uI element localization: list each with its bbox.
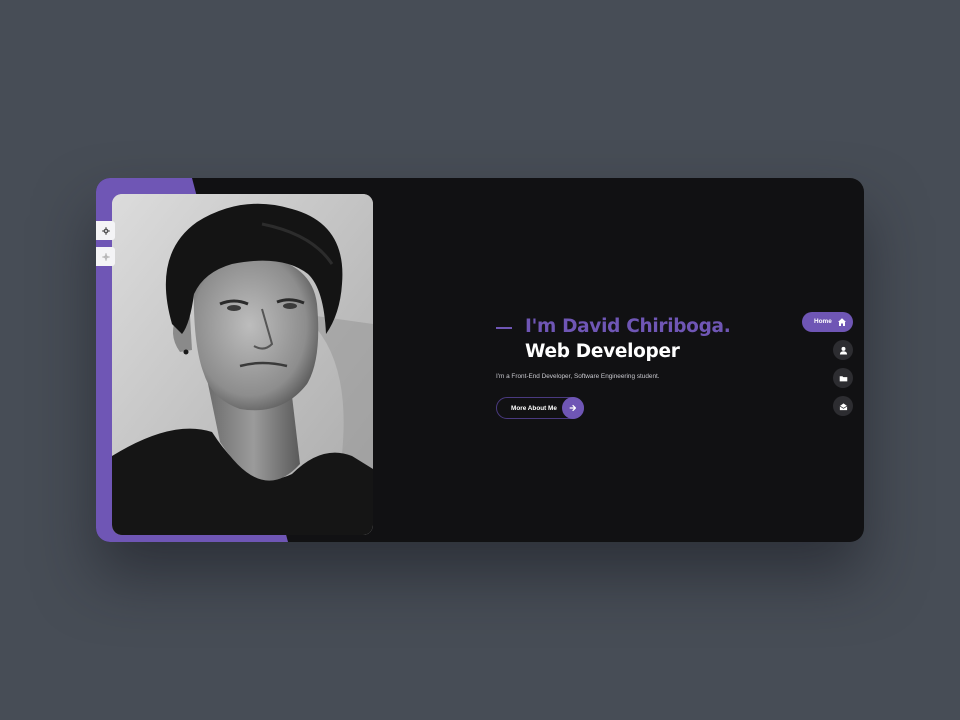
title-accent-line xyxy=(496,327,512,329)
theme-toggle[interactable] xyxy=(96,247,115,266)
hero-description: I'm a Front-End Developer, Software Engi… xyxy=(496,373,660,380)
portrait-illustration xyxy=(112,194,373,535)
sparkle-icon xyxy=(101,252,110,261)
nav-about[interactable] xyxy=(833,340,853,360)
hero-name: I'm David Chiriboga. xyxy=(525,316,731,337)
section-nav: Home xyxy=(801,312,853,422)
more-about-me-label: More About Me xyxy=(511,404,557,412)
portfolio-card: I'm David Chiriboga. Web Developer I'm a… xyxy=(96,178,864,542)
arrow-right-icon xyxy=(562,397,584,419)
nav-home-label: Home xyxy=(814,318,832,325)
page-background: I'm David Chiriboga. Web Developer I'm a… xyxy=(0,0,960,720)
user-icon xyxy=(839,346,847,355)
folder-icon xyxy=(839,375,847,381)
envelope-open-icon xyxy=(839,402,847,410)
profile-photo xyxy=(112,194,373,535)
more-about-me-button[interactable]: More About Me xyxy=(496,397,584,419)
gear-icon xyxy=(101,226,110,235)
nav-contact[interactable] xyxy=(833,396,853,416)
settings-toggle[interactable] xyxy=(96,221,115,240)
nav-home[interactable]: Home xyxy=(802,312,853,332)
hero-role: Web Developer xyxy=(525,341,680,362)
nav-portfolio[interactable] xyxy=(833,368,853,388)
house-icon xyxy=(838,318,846,326)
